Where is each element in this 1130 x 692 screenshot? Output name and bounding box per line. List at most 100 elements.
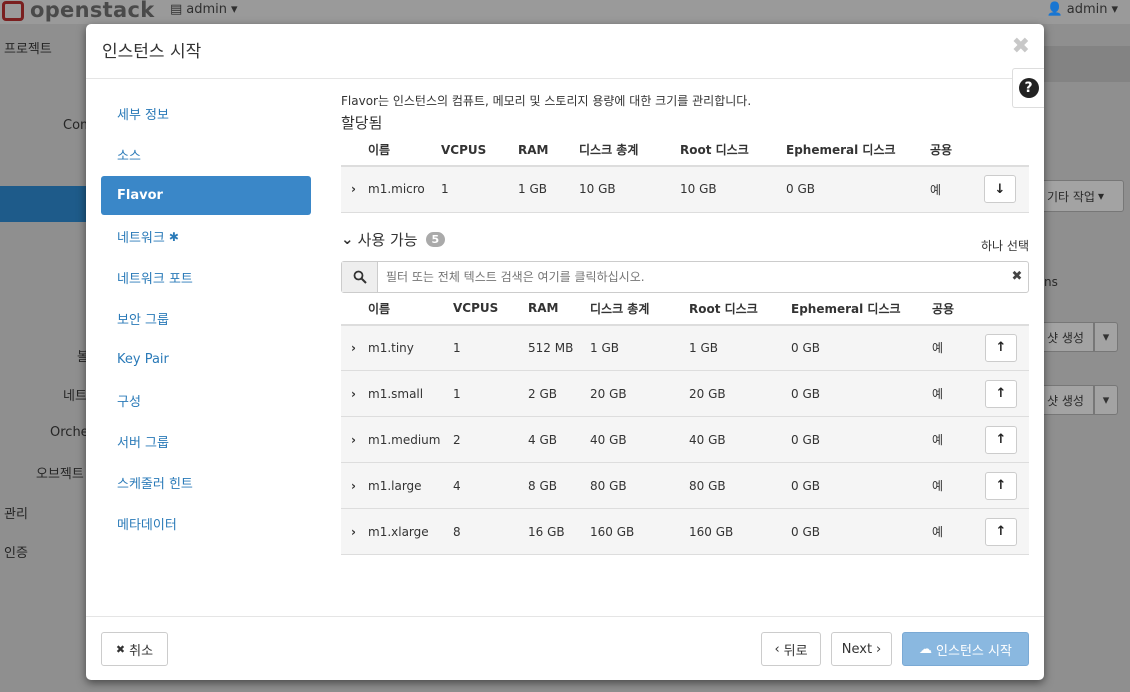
cell-disk-total: 160 GB: [590, 508, 689, 555]
column-header-disk-total[interactable]: 디스크 총계: [579, 134, 680, 167]
wizard-step-label: 세부 정보: [117, 108, 169, 123]
cell-name: m1.xlarge: [368, 508, 453, 555]
column-header-ram[interactable]: RAM: [518, 134, 579, 167]
cell-ram: 8 GB: [528, 462, 590, 509]
bg-nav-project[interactable]: 프로젝트: [4, 38, 52, 57]
select-one-text: 하나 선택: [981, 238, 1029, 253]
column-header-ephemeral[interactable]: Ephemeral 디스크: [791, 292, 932, 326]
column-header-ram[interactable]: RAM: [528, 292, 590, 326]
bg-nav-object-store[interactable]: 오브젝트: [36, 463, 84, 482]
wizard-step-key-pair[interactable]: Key Pair: [101, 340, 311, 379]
chevron-down-icon: ⌄: [341, 230, 354, 248]
bg-other-actions-label: 기타 작업: [1047, 189, 1095, 204]
table-row: › m1.medium 2 4 GB 40 GB 40 GB 0 GB 예 ↑: [341, 416, 1029, 463]
arrow-up-icon: ↑: [995, 386, 1007, 401]
user-menu[interactable]: 👤 admin ▾: [1047, 2, 1118, 17]
allocate-button[interactable]: ↑: [985, 425, 1017, 454]
table-row: › m1.large 4 8 GB 80 GB 80 GB 0 GB 예 ↑: [341, 462, 1029, 509]
bg-snapshot-button[interactable]: 샷 생성: [1040, 322, 1094, 352]
cell-public: 예: [932, 324, 985, 371]
wizard-step-server-groups[interactable]: 서버 그룹: [101, 422, 311, 461]
bg-nav-identity[interactable]: 인증: [4, 542, 28, 561]
column-header-public[interactable]: 공용: [932, 292, 985, 326]
cell-public: 예: [932, 462, 985, 509]
chevron-right-icon[interactable]: ›: [341, 416, 368, 463]
bg-snapshot-button[interactable]: 샷 생성: [1040, 385, 1094, 415]
chevron-right-icon[interactable]: ›: [341, 370, 368, 417]
cell-action: ↑: [985, 462, 1029, 509]
column-header-public[interactable]: 공용: [930, 134, 984, 167]
header-expand: [341, 134, 368, 167]
bg-ns-text: ns: [1044, 275, 1058, 289]
column-header-disk-total[interactable]: 디스크 총계: [590, 292, 689, 326]
cell-root-disk: 160 GB: [689, 508, 791, 555]
cancel-button[interactable]: ✖ 취소: [101, 632, 168, 666]
bg-snapshot-dropdown[interactable]: ▾: [1094, 385, 1118, 415]
bg-snapshot-dropdown[interactable]: ▾: [1094, 322, 1118, 352]
bg-nav-orchestration[interactable]: Orche: [50, 425, 89, 440]
column-header-name[interactable]: 이름: [368, 292, 453, 326]
wizard-step-network-ports[interactable]: 네트워크 포트: [101, 258, 311, 297]
caret-down-icon: ▾: [1097, 189, 1105, 203]
bg-nav-network[interactable]: 네트: [63, 385, 87, 404]
back-button[interactable]: ‹ 뒤로: [761, 632, 821, 666]
chevron-right-icon[interactable]: ›: [341, 508, 368, 555]
column-header-vcpus[interactable]: VCPUS: [441, 134, 518, 167]
openstack-logo[interactable]: openstack: [0, 0, 154, 24]
wizard-step-label: 네트워크: [117, 231, 165, 246]
cell-ram: 1 GB: [518, 166, 579, 213]
allocate-button[interactable]: ↑: [985, 517, 1017, 546]
wizard-step-flavor[interactable]: Flavor: [101, 176, 311, 215]
close-icon[interactable]: ✖: [1012, 36, 1030, 58]
search-input[interactable]: [378, 261, 1006, 292]
allocate-button[interactable]: ↑: [985, 333, 1017, 362]
wizard-step-label: 네트워크 포트: [117, 272, 193, 287]
bg-other-actions-button[interactable]: 기타 작업 ▾: [1040, 180, 1124, 212]
bg-nav-admin[interactable]: 관리: [4, 503, 28, 522]
cell-action: ↓: [984, 166, 1029, 213]
available-title: 사용 가능: [357, 230, 418, 249]
table-header-row: 이름 VCPUS RAM 디스크 총계 Root 디스크 Ephemeral 디…: [341, 292, 1029, 326]
user-label: admin: [1066, 2, 1108, 17]
cell-disk-total: 80 GB: [590, 462, 689, 509]
column-header-ephemeral[interactable]: Ephemeral 디스크: [786, 134, 930, 167]
wizard-step-security-groups[interactable]: 보안 그룹: [101, 299, 311, 338]
allocate-button[interactable]: ↑: [985, 379, 1017, 408]
cell-name: m1.micro: [368, 166, 441, 213]
wizard-step-configuration[interactable]: 구성: [101, 381, 311, 420]
cell-root-disk: 1 GB: [689, 324, 791, 371]
cell-ephemeral: 0 GB: [791, 416, 932, 463]
next-button[interactable]: Next ›: [831, 632, 892, 666]
column-header-root-disk[interactable]: Root 디스크: [680, 134, 786, 167]
wizard-step-details[interactable]: 세부 정보: [101, 94, 311, 133]
deallocate-button[interactable]: ↓: [984, 175, 1016, 204]
allocate-button[interactable]: ↑: [985, 471, 1017, 500]
header-action: [985, 292, 1029, 326]
column-header-name[interactable]: 이름: [368, 134, 441, 167]
wizard-step-source[interactable]: 소스: [101, 135, 311, 174]
background-strip: [1044, 46, 1130, 82]
launch-instance-button[interactable]: ☁ 인스턴스 시작: [902, 632, 1029, 666]
wizard-step-network[interactable]: 네트워크 ✱: [101, 217, 311, 256]
available-table: 이름 VCPUS RAM 디스크 총계 Root 디스크 Ephemeral 디…: [341, 292, 1029, 555]
flavor-search-bar: ✖: [341, 260, 1029, 293]
arrow-down-icon: ↓: [994, 181, 1006, 197]
clear-icon[interactable]: ✖: [1006, 269, 1028, 284]
column-header-root-disk[interactable]: Root 디스크: [689, 292, 791, 326]
cell-ram: 16 GB: [528, 508, 590, 555]
launch-instance-modal: 인스턴스 시작 ✖ ? 세부 정보 소스 Flavor 네트워크 ✱ 네트워크 포…: [86, 24, 1044, 680]
chevron-right-icon[interactable]: ›: [341, 462, 368, 509]
wizard-step-scheduler-hints[interactable]: 스케줄러 힌트: [101, 463, 311, 502]
column-header-vcpus[interactable]: VCPUS: [453, 292, 528, 326]
cell-action: ↑: [985, 508, 1029, 555]
header-expand: [341, 292, 368, 326]
wizard-step-metadata[interactable]: 메타데이터: [101, 504, 311, 543]
arrow-up-icon: ↑: [995, 340, 1007, 356]
cell-ram: 512 MB: [528, 324, 590, 371]
project-switcher[interactable]: ▤ admin ▾: [170, 2, 238, 17]
available-toggle[interactable]: ⌄ 사용 가능 5: [341, 229, 446, 250]
caret-down-icon: ▾: [231, 2, 238, 17]
chevron-right-icon[interactable]: ›: [341, 166, 368, 213]
chevron-right-icon[interactable]: ›: [341, 324, 368, 371]
available-header: ⌄ 사용 가능 5 하나 선택: [341, 227, 1029, 261]
